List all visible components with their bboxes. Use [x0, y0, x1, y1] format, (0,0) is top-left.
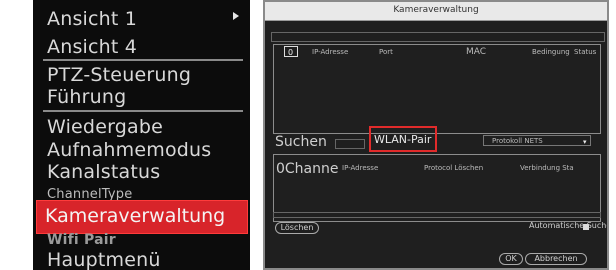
cancel-button[interactable]: Abbrechen — [525, 253, 587, 265]
column-channel: 0Channe — [276, 161, 339, 177]
menu-item-ptz-control[interactable]: PTZ-Steuerung — [47, 64, 191, 86]
column-status: Status — [574, 48, 597, 56]
menu-item-playback[interactable]: Wiedergabe — [47, 116, 163, 138]
column-condition: Bedingung — [532, 48, 570, 56]
column-port: Port — [379, 48, 393, 56]
wlan-pair-label: WLAN-Pair — [374, 133, 432, 146]
column-connection-status: Verbindung Sta — [520, 164, 574, 172]
menu-item-guide[interactable]: Führung — [47, 86, 126, 108]
ok-button[interactable]: OK — [499, 253, 523, 265]
column-ip-address: IP-Adresse — [312, 48, 349, 56]
dialog-title: Kameraverwaltung — [393, 5, 479, 15]
delete-button[interactable]: Löschen — [275, 222, 319, 234]
auto-search-label: Automatische Suche — [529, 221, 609, 230]
menu-divider — [43, 59, 243, 61]
menu-item-channel-status[interactable]: Kanalstatus — [47, 161, 160, 183]
menu-item-view-1[interactable]: Ansicht 1 — [47, 8, 137, 30]
menu-item-record-mode[interactable]: Aufnahmemodus — [47, 139, 211, 161]
column-mac: MAC — [466, 47, 487, 57]
chevron-down-icon[interactable]: ▾ — [583, 138, 587, 146]
menu-item-wifi-pair[interactable]: Wifi Pair — [47, 232, 116, 248]
search-button[interactable]: Suchen — [275, 134, 327, 150]
menu-item-main-menu[interactable]: Hauptmenü — [47, 249, 161, 270]
protocol-label: Protokoll NETS — [492, 137, 543, 145]
dialog-titlebar: Kameraverwaltung — [265, 2, 607, 21]
search-results-list[interactable]: 0 IP-Adresse Port MAC Bedingung Status — [273, 44, 601, 134]
list-index-cell: 0 — [284, 46, 298, 57]
column-protocol-delete: Protocol Löschen — [424, 164, 484, 172]
menu-item-camera-management[interactable]: Kameraverwaltung — [36, 200, 248, 234]
wlan-pair-button[interactable]: WLAN-Pair — [369, 126, 437, 152]
column-number: 0 — [288, 48, 294, 57]
menu-divider — [43, 110, 243, 112]
search-tab[interactable] — [271, 32, 605, 42]
protocol-select[interactable]: Protokoll NETS — [483, 135, 591, 146]
submenu-arrow-icon — [233, 12, 239, 20]
main-menu-panel: Ansicht 1 Ansicht 4 PTZ-Steuerung Führun… — [33, 0, 250, 270]
menu-item-view-4[interactable]: Ansicht 4 — [47, 36, 137, 58]
camera-management-dialog: Kameraverwaltung 0 IP-Adresse Port MAC B… — [263, 0, 609, 270]
column-ip-address: IP-Adresse — [342, 164, 379, 172]
horizontal-scrollbar[interactable] — [273, 212, 601, 218]
filter-input[interactable] — [335, 139, 365, 149]
menu-item-camera-management-label: Kameraverwaltung — [45, 205, 226, 227]
